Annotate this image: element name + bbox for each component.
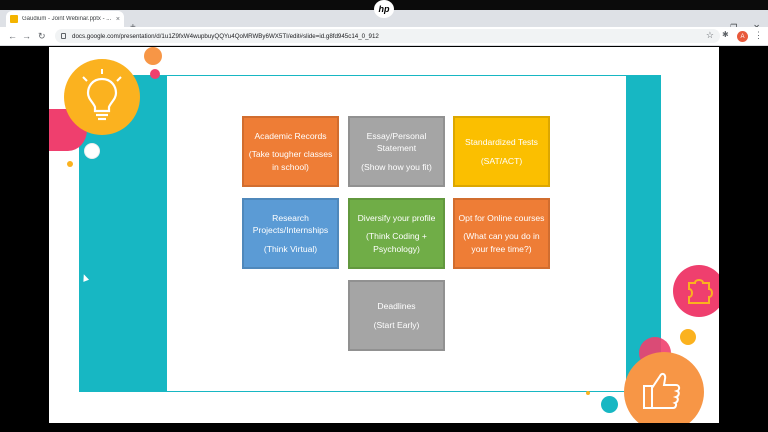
lightbulb-circle [64,59,140,135]
orange-circle-decoration [144,47,162,65]
yellow-dot-right [680,329,696,345]
reload-button[interactable]: ↻ [38,30,46,42]
thumbs-up-icon [643,372,681,409]
extensions-icon[interactable]: ✱ [722,30,729,39]
back-button[interactable]: ← [8,30,17,42]
tab-title: Gaudium - Joint Webinar.pptx - ... [22,16,112,22]
card-deadlines: Deadlines (Start Early) [348,280,445,351]
browser-menu-icon[interactable]: ⋮ [754,30,763,41]
card-diversify-profile: Diversify your profile (Think Coding + P… [348,198,445,269]
address-bar[interactable]: docs.google.com/presentation/d/1u1Z9fxW4… [55,29,720,43]
card-academic-records: Academic Records (Take tougher classes i… [242,116,339,187]
bookmark-star-icon[interactable]: ☆ [706,30,714,41]
card-essay-personal-statement: Essay/Personal Statement (Show how you f… [348,116,445,187]
card-standardized-tests: Standardized Tests (SAT/ACT) [453,116,550,187]
puzzle-icon [688,279,713,304]
monitor-bezel-bottom [0,424,768,432]
lock-icon [61,33,66,39]
hp-logo: hp [374,0,394,18]
lightbulb-icon [82,69,122,121]
puzzle-circle [673,265,719,317]
slides-favicon-icon [10,15,18,23]
small-pink-dot [150,69,160,79]
tab-close-icon[interactable]: × [116,16,120,23]
small-yellow-dot [67,161,73,167]
card-online-courses: Opt for Online courses (What can you do … [453,198,550,269]
tiny-yellow-dot [586,391,590,395]
white-dot-decoration [84,143,100,159]
forward-button[interactable]: → [22,30,31,42]
presentation-slide: 51 Academic Records (Take tougher classe… [49,47,719,423]
profile-avatar[interactable]: A [737,31,748,42]
browser-toolbar: ← → ↻ docs.google.com/presentation/d/1u1… [0,27,768,46]
screen: hp Gaudium - Joint Webinar.pptx - ... × … [0,0,768,432]
url-text[interactable]: docs.google.com/presentation/d/1u1Z9fxW4… [72,33,379,40]
teal-dot-bottom [601,396,618,413]
thumbs-up-circle [624,352,704,423]
browser-tab[interactable]: Gaudium - Joint Webinar.pptx - ... × [6,11,124,27]
slide-number: 51 [661,84,673,95]
card-research-projects: Research Projects/Internships (Think Vir… [242,198,339,269]
